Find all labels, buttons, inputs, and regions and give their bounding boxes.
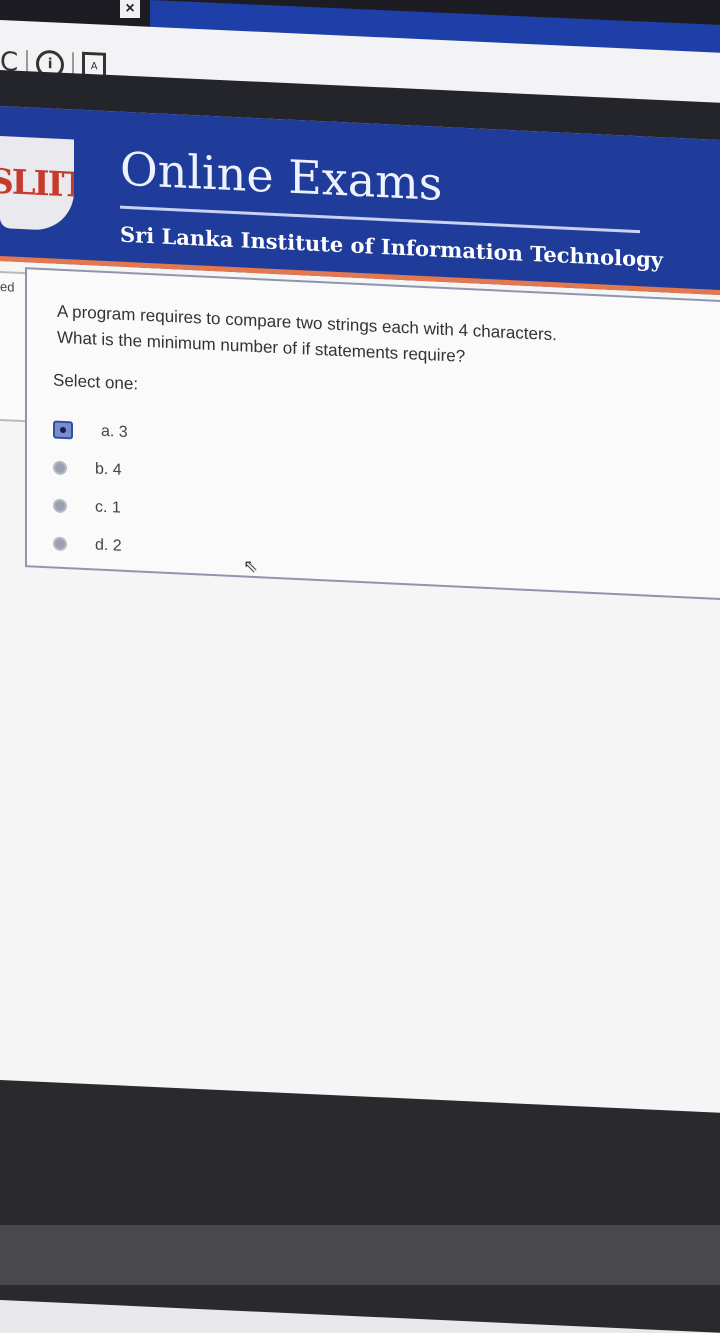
question-box: A program requires to compare two string… <box>25 267 720 602</box>
answer-options: a. 3 b. 4 c. 1 d. 2 <box>53 410 128 566</box>
select-one-label: Select one: <box>53 370 139 394</box>
radio-button[interactable] <box>53 460 67 476</box>
sliit-logo[interactable]: SLIIT <box>0 136 74 232</box>
radio-button[interactable] <box>53 536 67 552</box>
option-label: d. 2 <box>95 536 122 555</box>
option-a[interactable]: a. 3 <box>53 410 128 452</box>
mouse-cursor-icon: ⇖ <box>243 556 259 577</box>
exam-page: SLIIT Online Exams Sri Lanka Institute o… <box>0 106 720 1142</box>
option-label: a. 3 <box>101 422 128 442</box>
monitor-bezel <box>0 1080 720 1333</box>
site-header: SLIIT Online Exams Sri Lanka Institute o… <box>0 106 720 297</box>
radio-button[interactable] <box>53 498 67 514</box>
side-panel-text: ed <box>0 279 15 295</box>
site-title: Online Exams <box>120 141 443 211</box>
question-text: A program requires to compare two string… <box>57 299 677 380</box>
option-b[interactable]: b. 4 <box>53 448 128 490</box>
tab-close-icon[interactable]: × <box>120 0 140 18</box>
radio-button-selected[interactable] <box>53 420 73 440</box>
option-d[interactable]: d. 2 <box>53 524 128 566</box>
option-c[interactable]: c. 1 <box>53 486 128 528</box>
desk-edge <box>0 1225 720 1285</box>
option-label: c. 1 <box>95 498 121 517</box>
option-label: b. 4 <box>95 460 122 479</box>
logo-text: SLIIT <box>0 161 74 206</box>
